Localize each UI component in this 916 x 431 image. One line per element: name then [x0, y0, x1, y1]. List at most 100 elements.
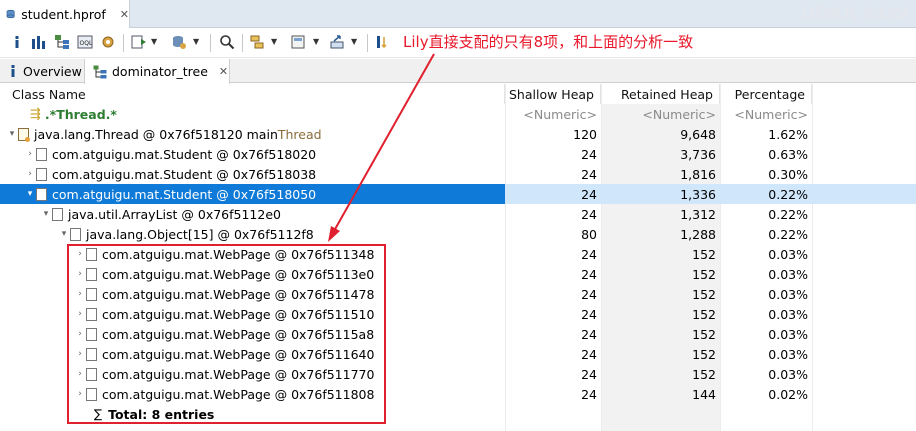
table-row[interactable]: ▾ java.lang.Thread @ 0x76f518120 main Th… — [0, 124, 916, 144]
retained-filter-input[interactable]: <Numeric> — [601, 104, 720, 124]
row-percentage: 0.22% — [768, 206, 808, 222]
object-icon — [86, 287, 97, 301]
chevron-down-icon[interactable]: ▾ — [40, 209, 52, 219]
column-header-shallow-heap[interactable]: Shallow Heap — [505, 84, 601, 104]
row-class-name: java.lang.Thread @ 0x76f518120 main — [34, 126, 278, 142]
table-row[interactable]: › com.atguigu.mat.WebPage @ 0x76f511640 … — [0, 344, 916, 364]
row-shallow-heap: 120 — [573, 126, 597, 142]
row-class-name: com.atguigu.mat.WebPage @ 0x76f511510 — [102, 306, 375, 322]
sort-icon[interactable] — [374, 33, 392, 51]
object-icon — [86, 367, 97, 381]
chevron-down-icon[interactable]: ▾ — [6, 129, 18, 139]
chevron-down-icon[interactable]: ▾ — [24, 189, 36, 199]
editor-tab-label: student.hprof — [21, 6, 106, 22]
column-header-percentage[interactable]: Percentage — [720, 84, 812, 104]
table-row[interactable]: › com.atguigu.mat.WebPage @ 0x76f511510 … — [0, 304, 916, 324]
regex-filter-cell[interactable]: ⇶ .*Thread.* — [0, 104, 505, 124]
close-icon[interactable]: ✕ — [120, 8, 129, 21]
chevron-right-icon[interactable]: › — [24, 149, 36, 159]
row-retained-heap: 152 — [692, 246, 716, 262]
view-tab-bar: Overview dominator_tree ✕ — [0, 59, 916, 84]
dominator-tree-icon — [93, 65, 107, 78]
blurred-watermark — [600, 403, 910, 423]
table-row[interactable]: › com.atguigu.mat.Student @ 0x76f518038 … — [0, 164, 916, 184]
row-retained-heap: 1,288 — [680, 226, 716, 242]
table-row[interactable]: ▾ java.lang.Object[15] @ 0x76f5112f8 80 … — [0, 224, 916, 244]
toolbar-separator — [210, 34, 211, 52]
tab-dominator-tree-label: dominator_tree — [112, 64, 208, 79]
chevron-right-icon[interactable]: › — [74, 329, 86, 339]
chevron-down-icon[interactable]: ▼ — [313, 37, 319, 46]
chevron-right-icon[interactable]: › — [24, 169, 36, 179]
row-shallow-heap: 24 — [581, 146, 597, 162]
table-row[interactable]: › com.atguigu.mat.Student @ 0x76f518020 … — [0, 144, 916, 164]
object-icon — [86, 307, 97, 321]
column-header-retained-heap[interactable]: Retained Heap — [601, 84, 720, 104]
row-class-name: com.atguigu.mat.WebPage @ 0x76f5113e0 — [102, 266, 375, 282]
regex-filter-icon: ⇶ — [30, 106, 41, 122]
chevron-right-icon[interactable]: › — [74, 349, 86, 359]
toolbar-separator — [123, 34, 124, 52]
run-report-icon[interactable] — [130, 33, 148, 51]
table-row[interactable]: ▾ java.util.ArrayList @ 0x76f5112e0 24 1… — [0, 204, 916, 224]
chevron-down-icon[interactable]: ▾ — [58, 229, 70, 239]
object-icon — [52, 207, 63, 221]
editor-tab-student-hprof[interactable]: student.hprof ✕ — [0, 0, 130, 28]
oql-icon[interactable]: OQL — [76, 33, 94, 51]
search-icon[interactable] — [218, 33, 236, 51]
sum-icon: ∑ — [94, 407, 103, 421]
toolbar-separator — [242, 34, 243, 52]
row-percentage: 0.03% — [768, 346, 808, 362]
row-retained-heap: 152 — [692, 366, 716, 382]
row-percentage: 0.22% — [768, 226, 808, 242]
row-percentage: 0.63% — [768, 146, 808, 162]
export-icon[interactable] — [328, 33, 346, 51]
percentage-filter-input[interactable]: <Numeric> — [720, 104, 812, 124]
chevron-right-icon[interactable]: › — [74, 289, 86, 299]
row-retained-heap: 1,336 — [601, 184, 720, 204]
group-by-icon[interactable] — [249, 33, 267, 51]
row-percentage: 0.03% — [768, 266, 808, 282]
row-class-name: java.util.ArrayList @ 0x76f5112e0 — [68, 206, 281, 222]
dominator-tree-icon[interactable] — [53, 33, 71, 51]
chevron-down-icon[interactable]: ▼ — [151, 37, 157, 46]
close-icon[interactable]: ✕ — [219, 65, 228, 78]
tab-overview[interactable]: Overview — [0, 59, 82, 83]
filter-row: ⇶ .*Thread.* <Numeric> <Numeric> <Numeri… — [0, 104, 916, 124]
row-retained-heap: 1,312 — [680, 206, 716, 222]
chevron-right-icon[interactable]: › — [74, 269, 86, 279]
row-shallow-heap: 24 — [581, 306, 597, 322]
row-shallow-heap: 80 — [581, 226, 597, 242]
chevron-right-icon[interactable]: › — [74, 369, 86, 379]
table-row[interactable]: › com.atguigu.mat.WebPage @ 0x76f511348 … — [0, 244, 916, 264]
query-browser-icon[interactable] — [170, 33, 188, 51]
selection-fill — [812, 184, 916, 204]
regex-filter-value: .*Thread.* — [44, 106, 117, 122]
column-header-class-name[interactable]: Class Name — [0, 84, 505, 104]
chevron-right-icon[interactable]: › — [74, 249, 86, 259]
row-retained-heap: 3,736 — [680, 146, 716, 162]
shallow-filter-input[interactable]: <Numeric> — [505, 104, 601, 124]
chevron-down-icon[interactable]: ▼ — [351, 37, 357, 46]
chevron-down-icon[interactable]: ▼ — [271, 37, 277, 46]
info-icon[interactable] — [8, 33, 26, 51]
table-row[interactable]: › com.atguigu.mat.WebPage @ 0x76f511808 … — [0, 384, 916, 404]
calculator-icon[interactable] — [289, 33, 307, 51]
gear-icon[interactable] — [99, 33, 117, 51]
table-row[interactable]: › com.atguigu.mat.WebPage @ 0x76f511770 … — [0, 364, 916, 384]
table-row[interactable]: › com.atguigu.mat.WebPage @ 0x76f5113e0 … — [0, 264, 916, 284]
chevron-right-icon[interactable]: › — [74, 309, 86, 319]
row-class-name: com.atguigu.mat.WebPage @ 0x76f511478 — [102, 286, 375, 302]
row-shallow-heap: 24 — [581, 366, 597, 382]
table-row[interactable]: › com.atguigu.mat.WebPage @ 0x76f511478 … — [0, 284, 916, 304]
chevron-down-icon[interactable]: ▼ — [193, 37, 199, 46]
object-icon — [36, 167, 47, 181]
row-percentage: 0.22% — [720, 184, 812, 204]
table-row[interactable]: › com.atguigu.mat.WebPage @ 0x76f5115a8 … — [0, 324, 916, 344]
row-percentage: 0.03% — [768, 306, 808, 322]
chevron-right-icon[interactable]: › — [74, 389, 86, 399]
histogram-icon[interactable] — [30, 33, 48, 51]
tab-dominator-tree[interactable]: dominator_tree ✕ — [84, 59, 230, 84]
row-shallow-heap: 24 — [581, 346, 597, 362]
table-row-selected[interactable]: ▾ com.atguigu.mat.Student @ 0x76f518050 … — [0, 184, 916, 204]
